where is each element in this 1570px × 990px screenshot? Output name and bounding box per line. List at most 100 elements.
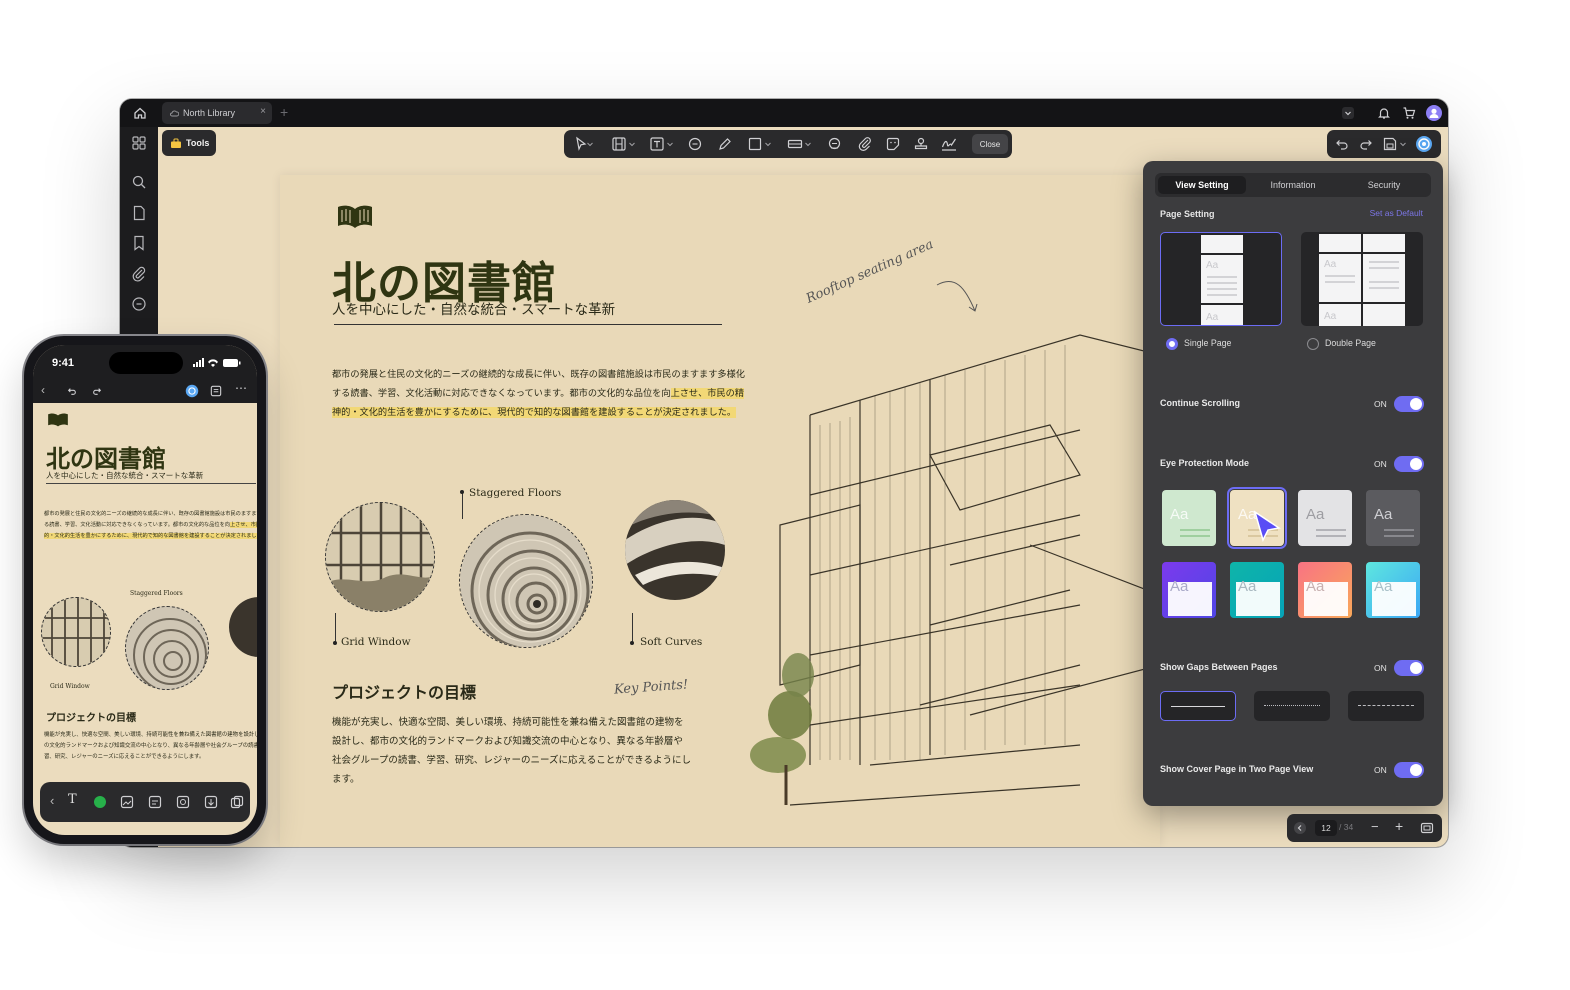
apps-grid-icon[interactable] [129, 133, 149, 153]
chevron-down-icon[interactable] [1399, 135, 1407, 153]
theme-swatch-green[interactable]: Aa [1162, 490, 1216, 546]
phone-status-bar: 9:41 [33, 345, 257, 379]
continue-scrolling-state: ON [1374, 399, 1387, 409]
chevron-down-icon[interactable] [804, 135, 812, 153]
zoom-in-icon[interactable]: + [1395, 818, 1403, 834]
gaps-toggle[interactable] [1394, 660, 1424, 676]
image-tool-icon[interactable] [120, 795, 134, 809]
phone-grid-window-photo [41, 597, 111, 667]
stamp-tool-icon[interactable] [176, 795, 190, 809]
save-icon[interactable] [1381, 135, 1399, 153]
text-tool-icon[interactable] [648, 135, 666, 153]
label-grid-window: Grid Window [341, 636, 411, 648]
stamp-search-icon[interactable] [826, 135, 844, 153]
double-page-option[interactable]: Aa Aa [1301, 232, 1423, 326]
text-box-icon[interactable] [610, 135, 628, 153]
phone-intro-paragraph: 都市の発展と住民の文化的ニーズの継続的な成長に伴い、既存の図書館施設は市民のます… [44, 509, 257, 542]
continue-scrolling-label: Continue Scrolling [1160, 398, 1240, 408]
theme-swatch-dark-gray[interactable]: Aa [1366, 490, 1420, 546]
theme-swatch-light-gray[interactable]: Aa [1298, 490, 1352, 546]
attachment-icon[interactable] [129, 264, 149, 284]
chevron-down-icon[interactable] [666, 135, 674, 153]
undo-icon[interactable] [66, 385, 78, 397]
single-page-option[interactable]: Aa Aa [1160, 232, 1282, 326]
double-page-radio[interactable] [1307, 338, 1319, 350]
theme-swatch-sepia[interactable]: Aa [1227, 487, 1287, 549]
home-icon[interactable] [130, 103, 150, 123]
pin-line [335, 613, 336, 643]
document-page[interactable]: 北の図書館 人を中心にした・自然な統合・スマートな革新 都市の発展と住民の文化的… [280, 175, 1161, 847]
close-button[interactable]: Close [972, 134, 1008, 154]
phone-document-title: 北の図書館 [46, 444, 166, 473]
set-as-default-link[interactable]: Set as Default [1370, 208, 1423, 218]
intro-paragraph: 都市の発展と住民の文化的ニーズの継続的な成長に伴い、既存の図書館施設は市民のます… [332, 365, 746, 422]
ai-assistant-icon[interactable] [1415, 135, 1433, 153]
theme-swatch-coral[interactable]: Aa [1298, 562, 1352, 618]
tools-button[interactable]: Tools [162, 130, 216, 156]
pin-line [462, 493, 463, 519]
single-page-label: Single Page [1184, 338, 1232, 348]
more-icon[interactable]: ⋯ [235, 381, 247, 395]
avatar[interactable] [1424, 103, 1444, 123]
tab-security[interactable]: Security [1340, 176, 1428, 194]
phone-label-grid: Grid Window [50, 683, 90, 690]
gap-style-solid[interactable] [1160, 691, 1236, 721]
current-page-input[interactable]: 12 [1315, 820, 1337, 836]
tab-title: North Library [183, 108, 236, 118]
gap-style-dashed[interactable] [1348, 691, 1424, 721]
gaps-state: ON [1374, 663, 1387, 673]
previous-page-icon[interactable] [1293, 821, 1307, 837]
measure-icon[interactable] [786, 135, 804, 153]
bell-icon[interactable] [1374, 103, 1394, 123]
stamp-icon[interactable] [912, 135, 930, 153]
highlighter-icon[interactable] [716, 135, 734, 153]
redo-icon[interactable] [91, 385, 103, 397]
fit-page-icon[interactable] [1420, 821, 1434, 837]
undo-icon[interactable] [1333, 135, 1351, 153]
shape-icon[interactable] [746, 135, 764, 153]
key-points-annotation[interactable]: Key Points! [614, 677, 689, 697]
chevron-down-icon[interactable] [628, 135, 636, 153]
search-icon[interactable] [129, 172, 149, 192]
theme-swatch-teal[interactable]: Aa [1230, 562, 1284, 618]
close-tab-icon[interactable]: × [260, 106, 266, 117]
chevron-down-icon[interactable] [1338, 103, 1358, 123]
view-settings-panel: View Setting Information Security Page S… [1143, 161, 1443, 806]
back-icon[interactable]: ‹ [41, 383, 45, 397]
theme-swatch-purple[interactable]: Aa Aa [1162, 562, 1216, 618]
chevron-down-icon[interactable] [586, 135, 594, 153]
eye-protection-toggle[interactable] [1394, 456, 1424, 472]
gap-style-dotted[interactable] [1254, 691, 1330, 721]
bookmark-icon[interactable] [129, 233, 149, 253]
single-page-radio[interactable] [1166, 338, 1178, 350]
signature-icon[interactable] [940, 135, 958, 153]
annotation-toolbar: Close [564, 130, 1012, 158]
comment-tool-icon[interactable] [686, 135, 704, 153]
cover-page-label: Show Cover Page in Two Page View [1160, 764, 1314, 774]
color-picker-icon[interactable] [94, 796, 106, 808]
new-tab-icon[interactable]: + [280, 104, 288, 120]
form-tool-icon[interactable] [148, 795, 162, 809]
total-pages: / 34 [1339, 822, 1354, 832]
copy-tool-icon[interactable] [230, 795, 244, 809]
ai-assistant-icon[interactable] [185, 384, 199, 398]
section-heading: プロジェクトの目標 [332, 683, 477, 702]
sticker-icon[interactable] [884, 135, 902, 153]
text-tool-icon[interactable]: T [68, 792, 77, 807]
cover-page-toggle[interactable] [1394, 762, 1424, 778]
pages-icon[interactable] [129, 203, 149, 223]
cart-icon[interactable] [1399, 103, 1419, 123]
zoom-out-icon[interactable]: − [1371, 819, 1379, 834]
paperclip-icon[interactable] [856, 135, 874, 153]
download-tool-icon[interactable] [204, 795, 218, 809]
theme-swatch-sky[interactable]: Aa [1366, 562, 1420, 618]
tab-view-setting[interactable]: View Setting [1158, 176, 1246, 194]
outline-icon[interactable] [209, 384, 223, 398]
redo-icon[interactable] [1357, 135, 1375, 153]
chevron-down-icon[interactable] [764, 135, 772, 153]
tab-information[interactable]: Information [1249, 176, 1337, 194]
document-tab[interactable]: North Library × [162, 102, 272, 124]
comment-icon[interactable] [129, 294, 149, 314]
continue-scrolling-toggle[interactable] [1394, 396, 1424, 412]
back-icon[interactable]: ‹ [50, 793, 54, 808]
